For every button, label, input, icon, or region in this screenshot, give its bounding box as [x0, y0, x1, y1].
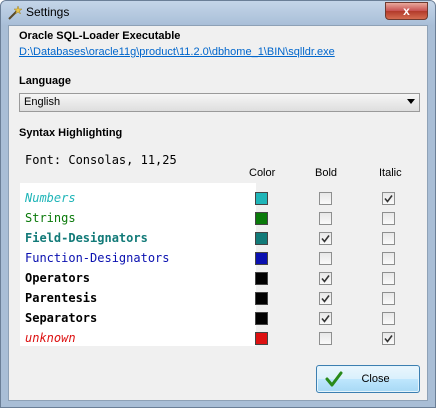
color-swatch[interactable] [255, 252, 268, 265]
window-close-button[interactable]: x [385, 2, 428, 20]
syntax-heading: Syntax Highlighting [19, 127, 123, 139]
bold-checkbox[interactable] [319, 292, 332, 305]
column-header-bold: Bold [315, 167, 338, 179]
window-title: Settings [26, 5, 70, 19]
italic-checkbox[interactable] [382, 312, 395, 325]
italic-checkbox[interactable] [382, 332, 395, 345]
checkmark-icon [325, 371, 343, 387]
color-swatch[interactable] [255, 232, 268, 245]
bold-checkbox[interactable] [319, 272, 332, 285]
syntax-item-name: Field-Designators [25, 231, 148, 245]
close-button[interactable]: Close [316, 365, 420, 393]
syntax-item-name: Function-Designators [25, 251, 170, 265]
color-swatch[interactable] [255, 312, 268, 325]
font-label[interactable]: Font: Consolas, 11,25 [25, 153, 177, 167]
language-select[interactable]: English [19, 93, 420, 112]
color-swatch[interactable] [255, 272, 268, 285]
language-heading: Language [19, 75, 71, 87]
color-swatch[interactable] [255, 212, 268, 225]
syntax-item-name: Separators [25, 311, 98, 325]
bold-checkbox[interactable] [319, 312, 332, 325]
syntax-item-name: Parentesis [25, 291, 98, 305]
column-header-italic: Italic [379, 167, 402, 179]
italic-checkbox[interactable] [382, 212, 395, 225]
syntax-item-name: unknown [25, 331, 76, 345]
settings-window: Settings x Oracle SQL-Loader Executable … [0, 0, 436, 408]
settings-panel: Oracle SQL-Loader Executable D:\Database… [8, 25, 428, 401]
title-bar[interactable]: Settings x [1, 1, 435, 25]
bold-checkbox[interactable] [319, 212, 332, 225]
bold-checkbox[interactable] [319, 232, 332, 245]
syntax-item-name: Numbers [25, 191, 76, 205]
bold-checkbox[interactable] [319, 332, 332, 345]
syntax-item-name: Strings [25, 211, 76, 225]
wand-icon [8, 5, 22, 20]
color-swatch[interactable] [255, 292, 268, 305]
syntax-item-name: Operators [25, 271, 91, 285]
color-swatch[interactable] [255, 192, 268, 205]
chevron-down-icon [407, 99, 415, 104]
italic-checkbox[interactable] [382, 232, 395, 245]
italic-checkbox[interactable] [382, 252, 395, 265]
close-button-label: Close [361, 373, 390, 385]
italic-checkbox[interactable] [382, 292, 395, 305]
language-selected-value: English [24, 96, 61, 108]
bold-checkbox[interactable] [319, 252, 332, 265]
color-swatch[interactable] [255, 332, 268, 345]
italic-checkbox[interactable] [382, 272, 395, 285]
close-icon: x [403, 4, 410, 18]
executable-path-link[interactable]: D:\Databases\oracle11g\product\11.2.0\db… [19, 46, 335, 58]
italic-checkbox[interactable] [382, 192, 395, 205]
executable-heading: Oracle SQL-Loader Executable [19, 30, 181, 42]
bold-checkbox[interactable] [319, 192, 332, 205]
column-header-color: Color [249, 167, 276, 179]
